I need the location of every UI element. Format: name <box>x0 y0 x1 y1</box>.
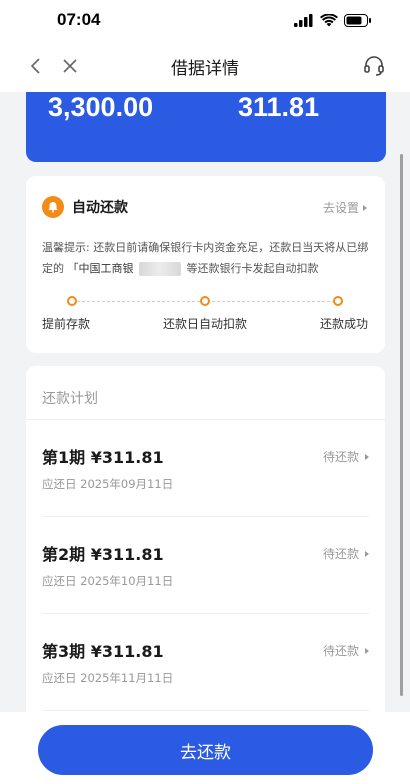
customer-service-icon[interactable] <box>362 54 386 78</box>
repay-button[interactable]: 去还款 <box>38 725 373 775</box>
plan-status-label: 待还款 <box>322 547 359 561</box>
total-amount: 3,300.00 <box>48 92 154 122</box>
auto-repay-tip: 温馨提示: 还款日前请确保银行卡内资金充足，还款日当天将从已绑定的 「中国工商银… <box>42 237 372 279</box>
period-amount: 311.81 <box>238 92 320 122</box>
scrollbar[interactable] <box>400 154 403 696</box>
step-label: 还款日自动扣款 <box>163 317 248 331</box>
step-label: 提前存款 <box>42 317 91 331</box>
nav-bar: 借据详情 <box>0 40 410 92</box>
plan-item-due: 应还日 2025年09月11日 <box>42 477 174 491</box>
content-area[interactable]: 3,300.00 311.81 自动还款 去设置 温馨提示: 还款日前请确保银行… <box>10 92 400 712</box>
plan-item-label: 第1期 ¥311.81 <box>42 448 164 467</box>
cellular-signal-icon <box>294 12 314 31</box>
status-bar: 07:04 <box>0 0 410 40</box>
page-title: 借据详情 <box>171 58 239 79</box>
step-label: 还款成功 <box>320 317 369 331</box>
battery-icon <box>344 12 372 31</box>
plan-item[interactable]: 第1期 ¥311.81 待还款 应还日 2025年09月11日 <box>42 420 369 517</box>
plan-item-status: 待还款 <box>323 642 369 659</box>
arrow-right-icon <box>365 453 369 460</box>
arrow-right-icon <box>365 647 369 654</box>
bell-icon <box>42 196 64 218</box>
masked-card-number <box>139 262 181 276</box>
plan-item-due: 应还日 2025年10月11日 <box>42 574 174 588</box>
go-settings-link[interactable]: 去设置 <box>323 199 367 216</box>
step-dot <box>67 296 77 306</box>
wifi-icon <box>320 12 338 31</box>
plan-status-label: 待还款 <box>322 644 359 658</box>
status-time: 07:04 <box>57 10 101 29</box>
go-settings-label: 去设置 <box>322 201 359 215</box>
plan-title: 还款计划 <box>42 391 98 407</box>
plan-item[interactable]: 第3期 ¥311.81 待还款 应还日 2025年11月11日 <box>42 614 369 711</box>
status-icons <box>294 12 372 31</box>
step-dot <box>200 296 210 306</box>
plan-item-status: 待还款 <box>323 448 369 465</box>
tip-suffix: 等还款银行卡发起自动扣款 <box>186 262 319 275</box>
arrow-right-icon <box>365 550 369 557</box>
auto-repay-card: 自动还款 去设置 温馨提示: 还款日前请确保银行卡内资金充足，还款日当天将从已绑… <box>26 176 385 353</box>
plan-item-status: 待还款 <box>323 545 369 562</box>
loan-summary-card: 3,300.00 311.81 <box>26 92 386 162</box>
back-icon[interactable] <box>26 56 46 76</box>
bank-name: 「中国工商银 <box>67 262 134 275</box>
plan-item-due: 应还日 2025年11月11日 <box>42 671 174 685</box>
bottom-bar: 去还款 <box>0 712 410 784</box>
plan-item-label: 第2期 ¥311.81 <box>42 545 164 564</box>
plan-item[interactable]: 第2期 ¥311.81 待还款 应还日 2025年10月11日 <box>42 517 369 614</box>
step-dot <box>333 296 343 306</box>
auto-repay-header: 自动还款 <box>42 196 128 218</box>
repay-steps: 提前存款 还款日自动扣款 还款成功 <box>26 296 385 336</box>
close-icon[interactable] <box>60 56 80 76</box>
plan-item-label: 第3期 ¥311.81 <box>42 642 164 661</box>
auto-repay-title: 自动还款 <box>72 200 128 216</box>
repay-plan-card: 还款计划 第1期 ¥311.81 待还款 应还日 2025年09月11日 第2期… <box>26 366 385 712</box>
arrow-right-icon <box>363 204 367 211</box>
plan-status-label: 待还款 <box>322 450 359 464</box>
